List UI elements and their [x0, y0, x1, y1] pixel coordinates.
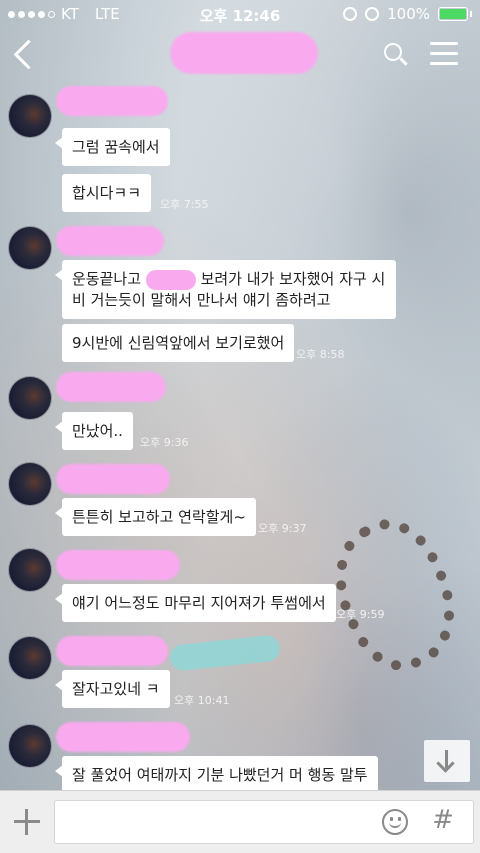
message-input[interactable] [54, 800, 474, 844]
message-time: 오후 7:55 [160, 198, 209, 211]
search-icon[interactable] [382, 42, 410, 70]
avatar[interactable] [8, 376, 52, 420]
status-bar: KT LTE 오후 12:46 100% [0, 0, 480, 28]
chat-header [0, 28, 480, 82]
plus-icon[interactable] [12, 807, 42, 837]
message-bubble[interactable]: 만났어.. [55, 412, 133, 450]
message-text: 운동끝나고 [72, 270, 142, 288]
message-time: 오후 9:37 [258, 522, 307, 535]
avatar[interactable] [8, 636, 52, 680]
avatar[interactable] [8, 724, 52, 768]
message-time: 오후 8:58 [296, 348, 345, 361]
emoji-smile-icon[interactable] [382, 809, 408, 835]
message-time: 오후 9:36 [140, 436, 189, 449]
sender-name-redacted [56, 636, 168, 666]
avatar[interactable] [8, 548, 52, 592]
sender-name-redacted [56, 372, 166, 402]
sender-name-redacted [56, 86, 168, 116]
sender-name-redacted [56, 550, 180, 580]
status-time: 오후 12:46 [199, 7, 281, 25]
sender-name-redacted [56, 722, 190, 752]
sender-name-redacted [56, 226, 164, 256]
message-bubble[interactable]: 얘기 어느정도 마무리 지어져가 투썸에서 [55, 584, 336, 622]
message-bubble[interactable]: 9시반에 신림역앞에서 보기로했어 [62, 324, 295, 362]
message-bubble[interactable]: 합시다ㅋㅋ [62, 174, 152, 212]
avatar[interactable] [8, 462, 52, 506]
message-bubble[interactable]: 잘 풀었어 여태까지 기분 나빴던거 머 행동 말투 [55, 756, 378, 794]
inline-name-redacted [145, 269, 196, 290]
hash-button[interactable]: # [428, 805, 458, 837]
chevron-left-icon[interactable] [12, 40, 38, 70]
input-bar: # [0, 790, 480, 853]
message-time: 오후 10:41 [174, 694, 230, 707]
arrow-down-icon[interactable] [424, 740, 470, 782]
message-time: 오후 9:59 [336, 608, 385, 621]
avatar[interactable] [8, 94, 52, 138]
message-bubble[interactable]: 그럼 꿈속에서 [55, 128, 170, 166]
hamburger-menu-icon[interactable] [430, 42, 458, 66]
message-bubble[interactable]: 운동끝나고 보려가 내가 보자했어 자구 시비 거는듯이 말해서 만나서 얘기 … [55, 260, 396, 319]
message-bubble[interactable]: 잘자고있네 ㅋ [55, 670, 170, 708]
sender-name-redacted [56, 464, 170, 494]
message-bubble[interactable]: 튼튼히 보고하고 연락할게~ [55, 498, 256, 536]
avatar[interactable] [8, 226, 52, 270]
chat-title-redacted [170, 32, 318, 74]
